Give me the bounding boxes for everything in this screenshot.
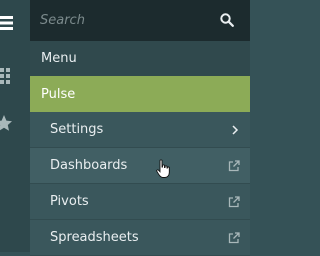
hamburger-menu-icon[interactable]: [0, 14, 18, 32]
external-link-icon: [228, 160, 240, 172]
menu-item-spreadsheets-label: Spreadsheets: [50, 230, 139, 245]
grid-icon[interactable]: [0, 66, 18, 84]
menu-item-spreadsheets[interactable]: Spreadsheets: [30, 220, 250, 256]
menu-item-pulse[interactable]: Pulse: [30, 76, 250, 112]
menu-item-settings-label: Settings: [50, 122, 104, 137]
menu-item-dashboards-label: Dashboards: [50, 158, 128, 173]
hand-pointer-cursor-icon: [156, 159, 170, 178]
search-bar: [30, 0, 250, 41]
search-input[interactable]: [40, 8, 208, 32]
external-link-icon: [228, 232, 240, 244]
menu-item-settings[interactable]: Settings: [30, 112, 250, 148]
search-icon[interactable]: [220, 13, 234, 27]
star-icon[interactable]: [0, 114, 18, 132]
menu-item-pivots[interactable]: Pivots: [30, 184, 250, 220]
menu-item-dashboards[interactable]: Dashboards: [30, 148, 250, 184]
menu-item-pivots-label: Pivots: [50, 194, 89, 209]
sidebar-menu: Menu Pulse Settings Dashboards Pivots Sp…: [30, 0, 250, 256]
menu-header: Menu: [30, 41, 250, 76]
chevron-right-icon: [232, 125, 239, 135]
menu-header-label: Menu: [41, 51, 77, 66]
external-link-icon: [228, 196, 240, 208]
icon-rail: [0, 0, 30, 252]
menu-item-pulse-label: Pulse: [41, 86, 76, 102]
